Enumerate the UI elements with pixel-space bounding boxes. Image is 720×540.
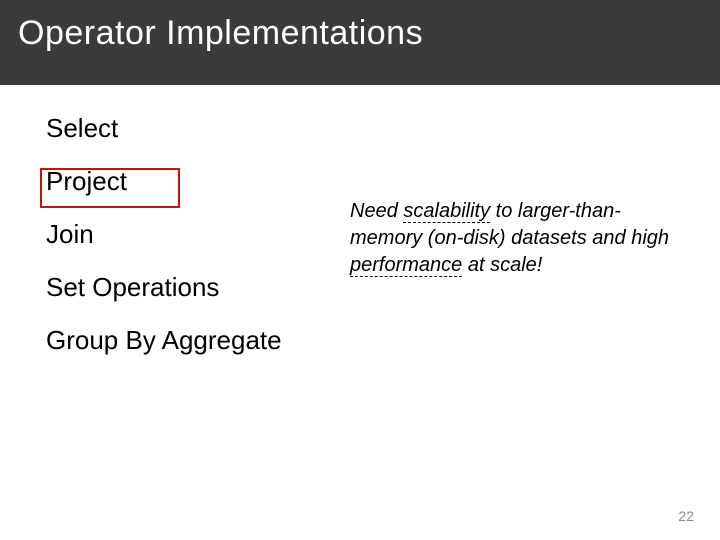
title-bar: Operator Implementations	[0, 0, 720, 85]
page-number: 22	[678, 508, 694, 524]
note-text-post: at scale!	[462, 254, 542, 276]
operator-select: Select	[46, 113, 720, 144]
note-underline-performance: performance	[350, 254, 462, 277]
operator-group-by: Group By Aggregate	[46, 325, 720, 356]
note-underline-scalability: scalability	[403, 200, 490, 223]
side-note: Need scalability to larger-than-memory (…	[350, 198, 680, 279]
slide: Operator Implementations Select Project …	[0, 0, 720, 540]
operator-project: Project	[46, 166, 720, 197]
note-text-pre1: Need	[350, 200, 403, 222]
slide-title: Operator Implementations	[18, 14, 702, 53]
